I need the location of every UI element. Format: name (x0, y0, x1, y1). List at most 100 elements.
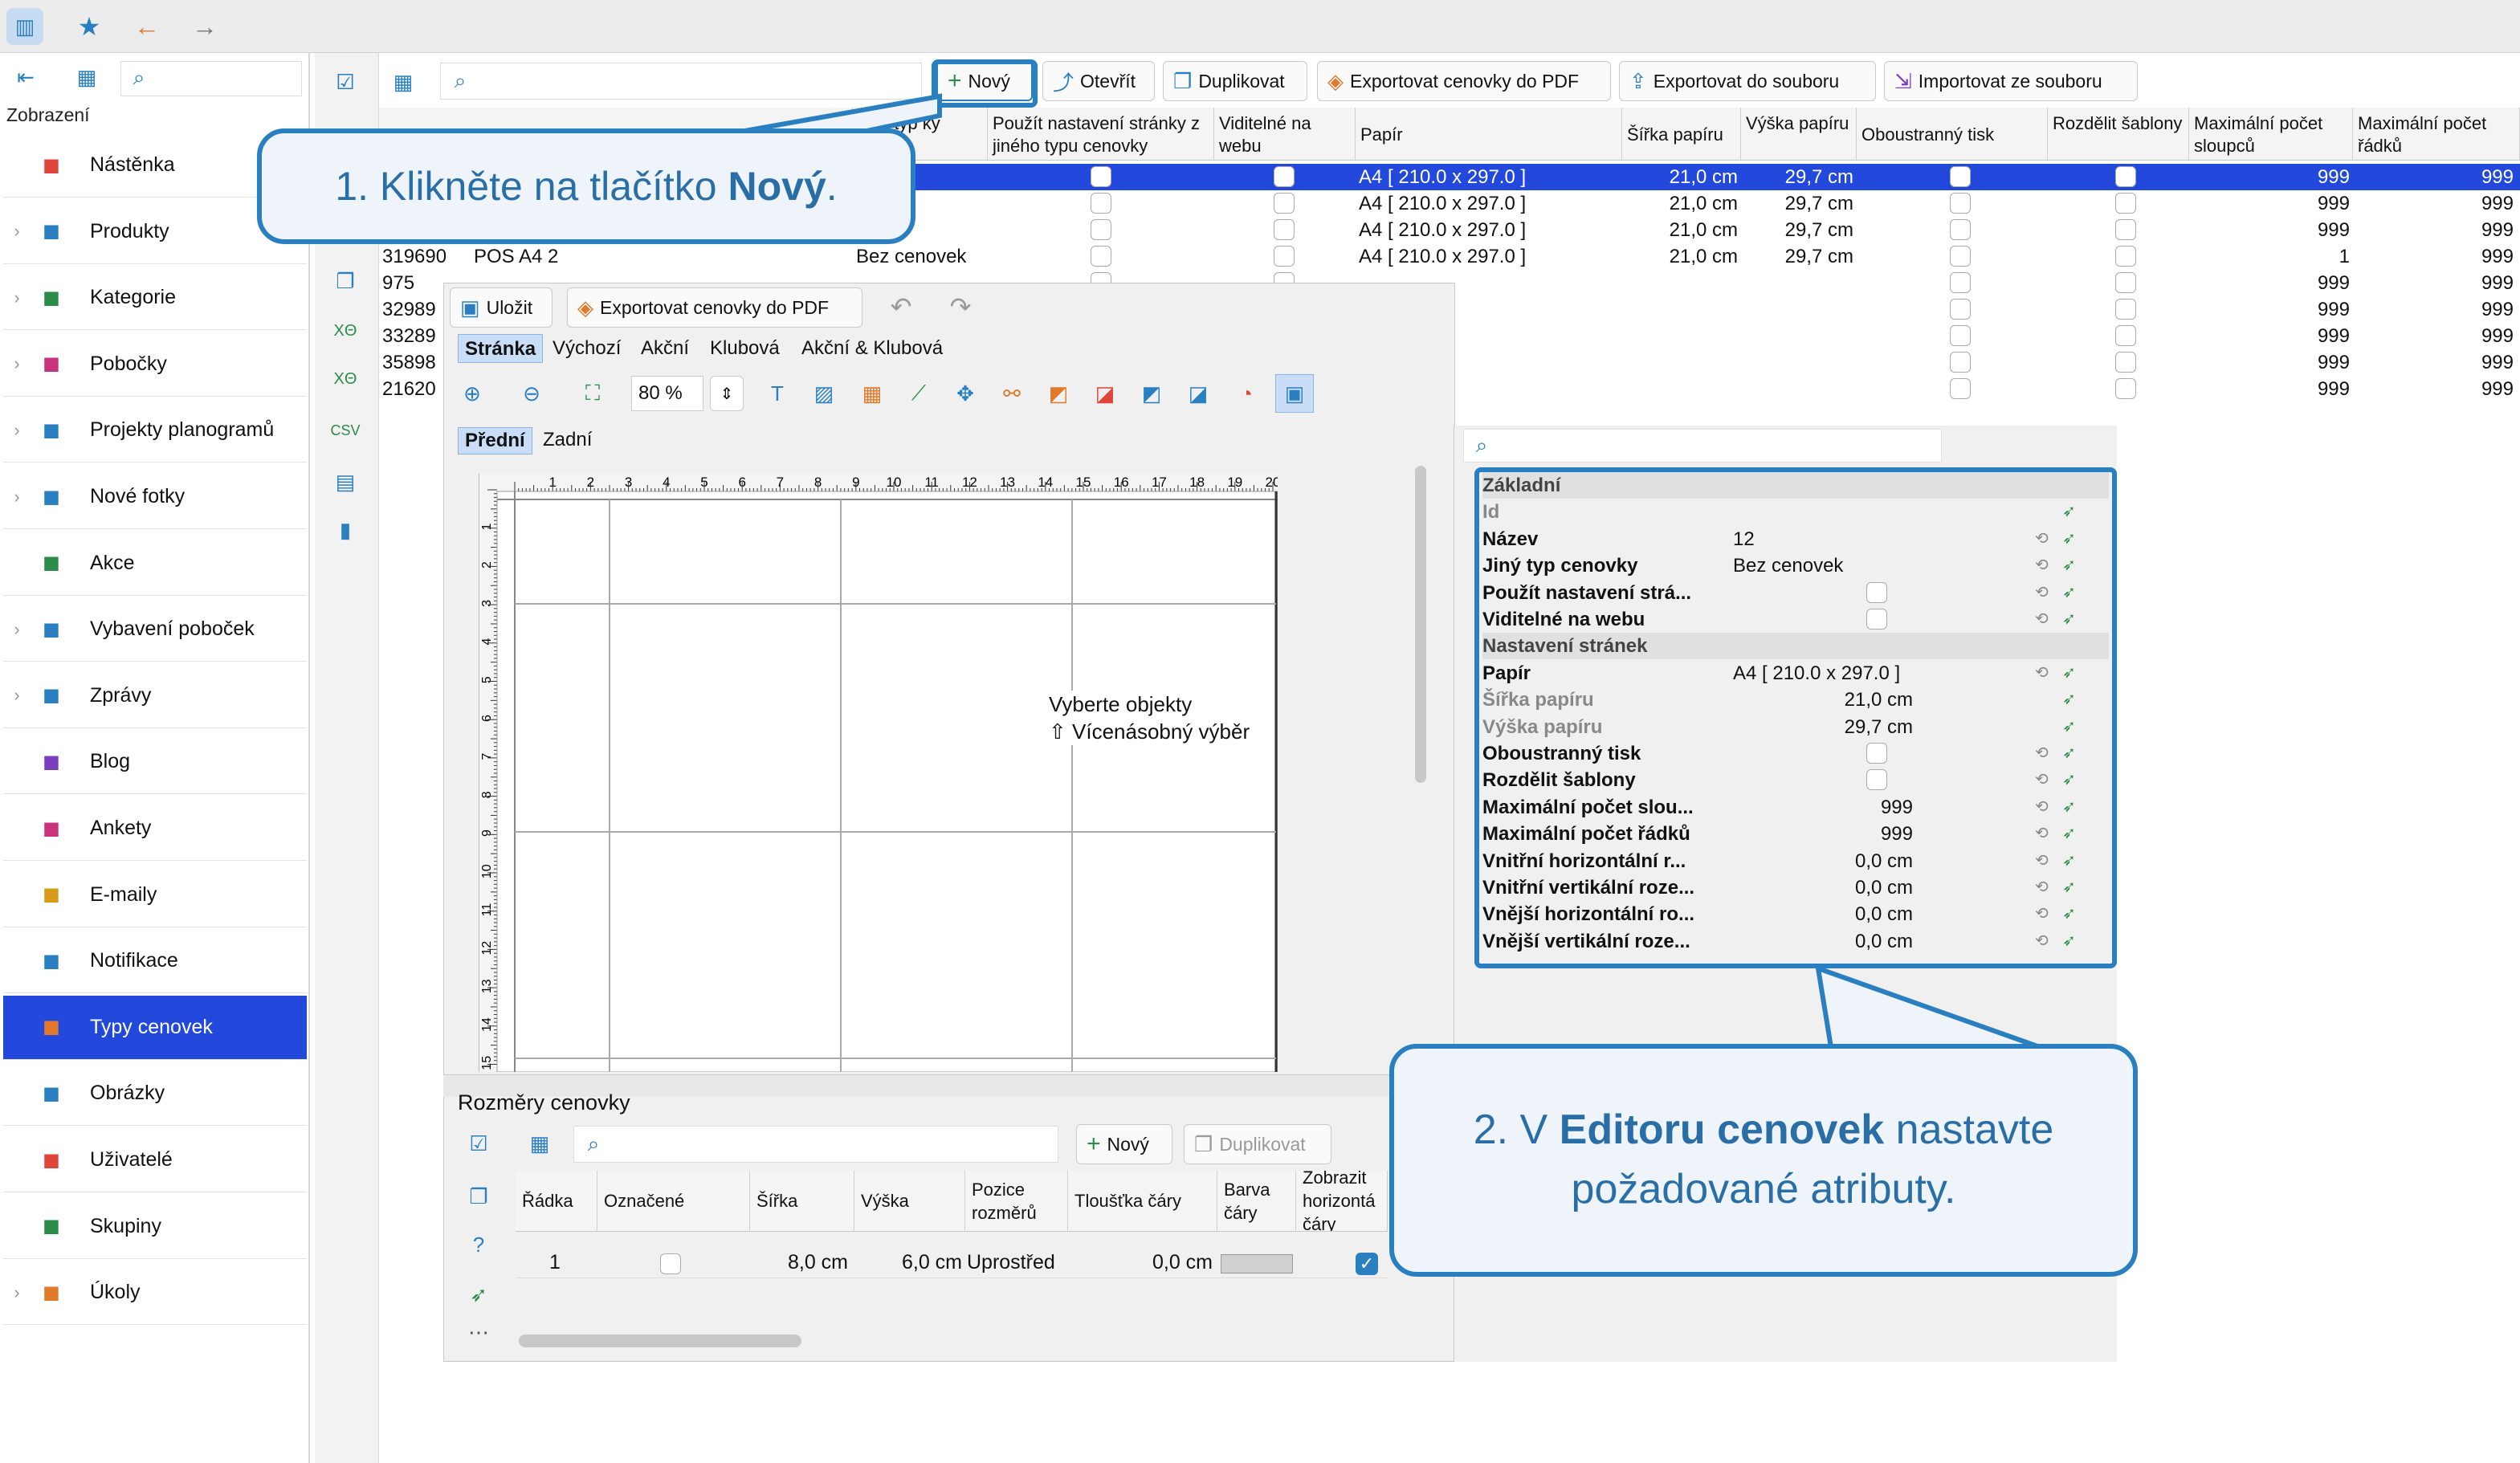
import-file-button[interactable]: ⇲ Importovat ze souboru (1884, 61, 2138, 101)
sidebar-item[interactable]: ■ Uživatelé (3, 1128, 307, 1192)
dims-row-marked-checkbox[interactable] (660, 1253, 681, 1274)
sidebar-item[interactable]: ■ Typy cenovek (3, 995, 307, 1060)
grid-header-paper[interactable]: Papír (1356, 108, 1622, 161)
export-pdf-button[interactable]: ◈ Exportovat cenovky do PDF (1317, 61, 1611, 101)
editor-tab[interactable]: Klubová (703, 334, 786, 363)
redo-icon[interactable]: ↷ (943, 291, 978, 323)
cell-duplex-checkbox[interactable] (1950, 219, 1971, 240)
cell-split-checkbox[interactable] (2115, 193, 2136, 214)
tab-front[interactable]: Přední (458, 427, 532, 454)
dims-header-height[interactable]: Výška (854, 1171, 965, 1232)
cell-split-checkbox[interactable] (2115, 352, 2136, 373)
grid-header-use-settings[interactable]: Použít nastavení stránky z jiného typu c… (988, 108, 1214, 161)
sidebar-item[interactable]: ■ Obrázky (3, 1062, 307, 1127)
dims-new-button[interactable]: + Nový (1076, 1124, 1172, 1164)
rotate-tool-icon[interactable]: ◔ (1230, 377, 1262, 410)
editor-tab[interactable]: Výchozí (546, 334, 627, 363)
sidebar-item[interactable]: ■ Ankety (3, 797, 307, 861)
send-back-icon[interactable]: ◪ (1089, 377, 1121, 410)
dims-header-width[interactable]: Šířka (750, 1171, 854, 1232)
grid-toggle-icon[interactable]: ▣ (1275, 374, 1314, 413)
zoom-field[interactable]: 80 % (631, 376, 703, 411)
cell-duplex-checkbox[interactable] (1950, 378, 1971, 399)
send-backward-icon[interactable]: ◪ (1182, 377, 1214, 410)
undo-icon[interactable]: ↶ (883, 291, 919, 323)
sidebar-toggle-icon[interactable]: ▥ (6, 8, 43, 45)
editor-export-pdf-button[interactable]: ◈ Exportovat cenovky do PDF (567, 287, 862, 328)
grid-header-height[interactable]: Výška papíru (1741, 108, 1857, 161)
calendar-tool-icon[interactable]: ▦ (856, 377, 888, 410)
bring-forward-icon[interactable]: ◩ (1136, 377, 1168, 410)
excel-export-icon[interactable]: XΘ (329, 363, 361, 395)
cell-split-checkbox[interactable] (2115, 325, 2136, 346)
sidebar-item[interactable]: ■ Skupiny (3, 1195, 307, 1259)
cell-duplex-checkbox[interactable] (1950, 272, 1971, 293)
forward-arrow-icon[interactable]: → (186, 8, 223, 45)
zoom-in-icon[interactable]: ⊕ (456, 377, 488, 410)
copy-icon[interactable]: ❐ (329, 265, 361, 297)
sidebar-item[interactable]: › ■ Zprávy (3, 664, 307, 728)
csv-icon[interactable]: CSV (329, 414, 361, 446)
grid-header-max-cols[interactable]: Maximální počet sloupců (2189, 108, 2353, 161)
grid-header-split[interactable]: Rozdělit šablony (2048, 108, 2189, 161)
table-row[interactable]: 319690 POS A4 2 Bez cenovek A4 [ 210.0 x 29… (379, 243, 2520, 270)
sidebar-item[interactable]: ■ Notifikace (3, 929, 307, 994)
cell-duplex-checkbox[interactable] (1950, 299, 1971, 320)
properties-search-input[interactable]: ⌕ (1463, 429, 1942, 463)
cell-duplex-checkbox[interactable] (1950, 246, 1971, 267)
canvas-scrollbar[interactable] (1415, 466, 1426, 783)
grid-header-width[interactable]: Šířka papíru (1622, 108, 1741, 161)
pointer-icon[interactable]: ➶ (463, 1278, 495, 1310)
line-tool-icon[interactable]: ⟋ (903, 377, 935, 410)
dims-duplicate-button[interactable]: ❐ Duplikovat (1184, 1124, 1331, 1164)
grid-header-duplex[interactable]: Oboustranný tisk (1857, 108, 2048, 161)
cell-split-checkbox[interactable] (2115, 219, 2136, 240)
dims-search-input[interactable]: ⌕ (573, 1126, 1058, 1163)
cell-split-checkbox[interactable] (2115, 246, 2136, 267)
dims-scrollbar[interactable] (519, 1335, 801, 1347)
cell-split-checkbox[interactable] (2115, 272, 2136, 293)
editor-tab[interactable]: Akční (634, 334, 695, 363)
image-tool-icon[interactable]: ▨ (808, 377, 840, 410)
cell-split-checkbox[interactable] (2115, 166, 2136, 187)
dims-columns-icon[interactable]: ▦ (524, 1127, 556, 1159)
excel-import-icon[interactable]: XΘ (329, 315, 361, 347)
more-icon[interactable]: ⋯ (463, 1320, 495, 1344)
sidebar-item[interactable]: › ■ Nové fotky (3, 465, 307, 529)
editor-tab[interactable]: Stránka (458, 334, 544, 363)
cell-use-settings-checkbox[interactable] (1091, 193, 1111, 214)
select-all-icon[interactable]: ☑ (329, 66, 361, 98)
editor-tab[interactable]: Akční & Klubová (795, 334, 949, 363)
grid-header-max-rows[interactable]: Maximální počet řádků (2353, 108, 2520, 161)
sidebar-item[interactable]: ■ Akce (3, 532, 307, 596)
dims-row[interactable]: 1 8,0 cm 6,0 cm Uprostřed 0,0 cm ✓ (516, 1249, 1388, 1278)
dims-row-show-lines-checkbox[interactable]: ✓ (1356, 1253, 1378, 1275)
dims-header-position[interactable]: Pozice rozměrů (965, 1171, 1068, 1232)
group-tool-icon[interactable]: ⚯ (996, 377, 1028, 410)
cell-use-settings-checkbox[interactable] (1091, 166, 1111, 187)
open-button[interactable]: ⤴ Otevřít (1042, 61, 1155, 101)
cell-use-settings-checkbox[interactable] (1091, 246, 1111, 267)
columns-icon[interactable]: ▦ (387, 66, 419, 98)
sidebar-item[interactable]: › ■ Pobočky (3, 332, 307, 397)
favorites-star-icon[interactable]: ★ (71, 8, 108, 45)
design-canvas[interactable]: 1 2 3 4 5 6 7 8 9 10 11 12 13 14 15 16 17 18 19 20 1 2 3 4 5 6 7 8 9… (479, 474, 1278, 1072)
sidebar-search-input[interactable]: ⌕ (120, 61, 302, 96)
grid-header-web[interactable]: Viditelné na webu (1214, 108, 1356, 161)
collapse-panel-icon[interactable]: ⇤ (10, 61, 42, 93)
zoom-stepper[interactable]: ⇕ (710, 376, 744, 411)
cell-web-checkbox[interactable] (1274, 246, 1295, 267)
table-settings-icon[interactable]: ▦ (71, 61, 103, 93)
sidebar-item[interactable]: › ■ Vybavení poboček (3, 597, 307, 662)
table-edit-icon[interactable]: ▤ (329, 466, 361, 498)
back-arrow-icon[interactable]: ← (128, 8, 165, 45)
cell-split-checkbox[interactable] (2115, 378, 2136, 399)
cell-use-settings-checkbox[interactable] (1091, 219, 1111, 240)
text-tool-icon[interactable]: T (761, 377, 793, 410)
help-icon[interactable]: ? (463, 1229, 495, 1261)
dims-row-line-color[interactable] (1221, 1254, 1293, 1274)
chart-icon[interactable]: ▮ (329, 514, 361, 546)
cell-duplex-checkbox[interactable] (1950, 352, 1971, 373)
move-tool-icon[interactable]: ✥ (949, 377, 981, 410)
save-button[interactable]: ▣ Uložit (450, 287, 553, 328)
